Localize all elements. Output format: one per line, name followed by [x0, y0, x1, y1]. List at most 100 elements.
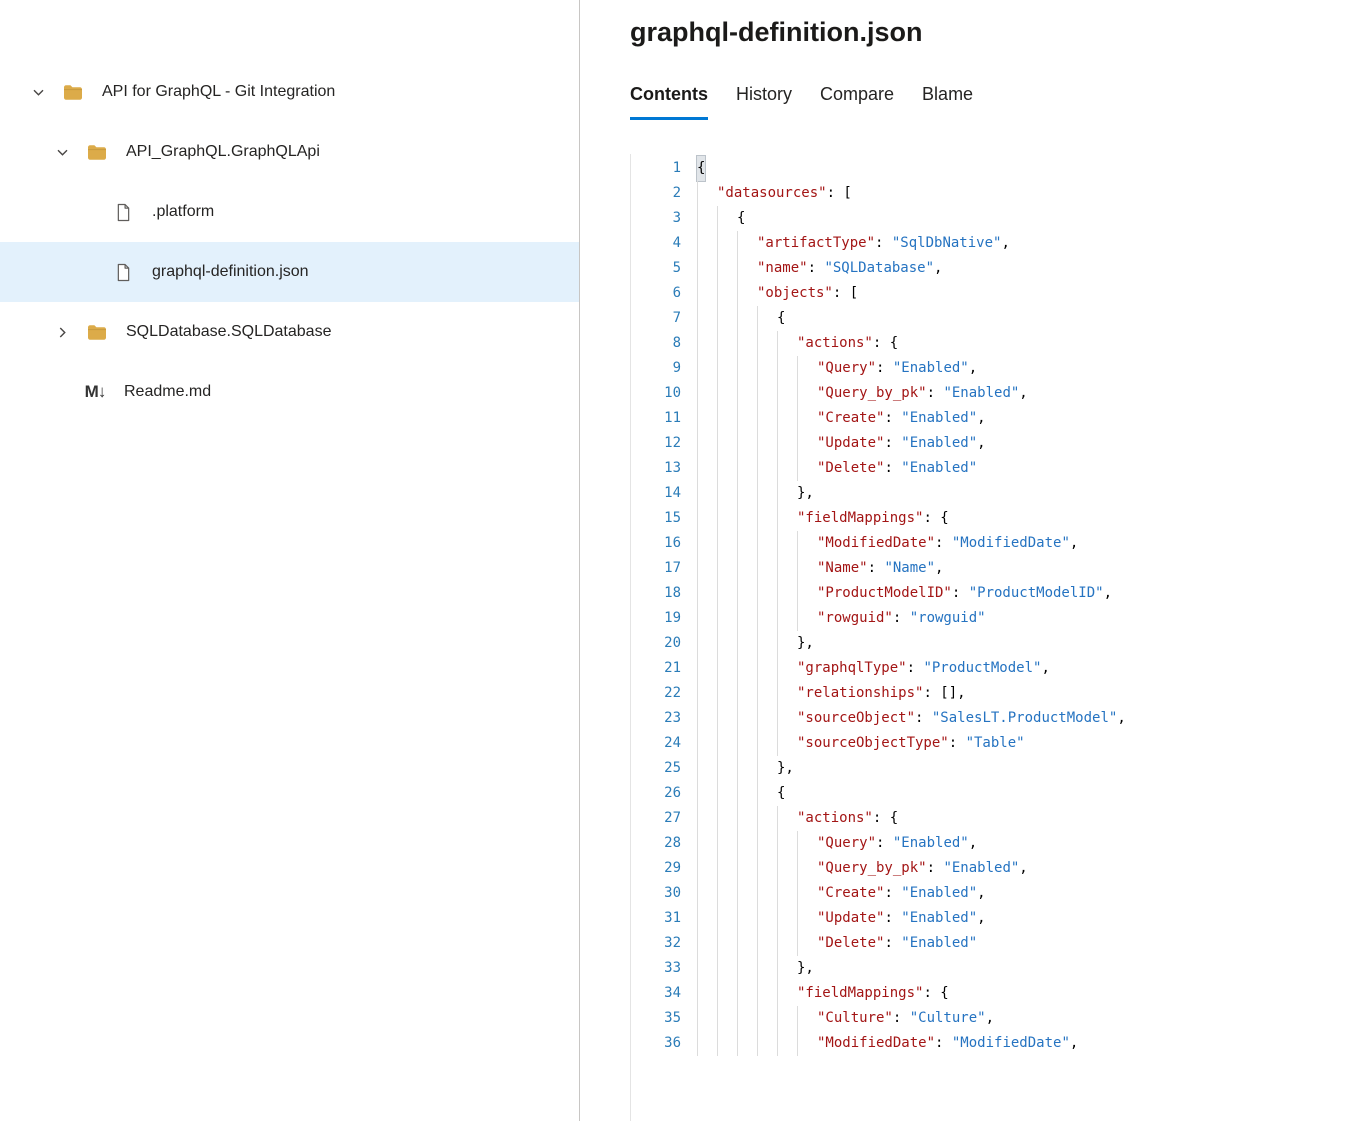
code-line: 11"Create": "Enabled", — [631, 406, 1356, 431]
indent-guide — [797, 881, 817, 906]
line-number: 19 — [631, 606, 681, 631]
code-token: , — [1001, 231, 1009, 256]
indent-guide — [697, 281, 717, 306]
code-token: "ModifiedDate" — [952, 531, 1070, 556]
indent-guide — [797, 456, 817, 481]
tree-item-api-for-graphql-git-integration[interactable]: API for GraphQL - Git Integration — [0, 62, 579, 122]
indent-guide — [717, 656, 737, 681]
repo-file-browser: API for GraphQL - Git IntegrationAPI_Gra… — [0, 0, 1356, 1121]
code-token: "SqlDbNative" — [892, 231, 1002, 256]
indent-guide — [777, 806, 797, 831]
indent-guide — [737, 381, 757, 406]
line-number: 10 — [631, 381, 681, 406]
indent-guide — [737, 231, 757, 256]
indent-guide — [737, 931, 757, 956]
code-token: "fieldMappings" — [797, 506, 923, 531]
line-number: 29 — [631, 856, 681, 881]
indent-guide — [737, 956, 757, 981]
code-token: , — [986, 1006, 994, 1031]
line-number: 5 — [631, 256, 681, 281]
code-token: "Enabled" — [901, 406, 977, 431]
chevron-down-icon[interactable] — [52, 142, 72, 162]
folder-icon — [86, 141, 108, 163]
code-token: "Update" — [817, 906, 884, 931]
indent-guide — [757, 381, 777, 406]
code-line: 8"actions": { — [631, 331, 1356, 356]
indent-guide — [777, 1031, 797, 1056]
code-token: , — [934, 256, 942, 281]
code-token: "relationships" — [797, 681, 923, 706]
indent-guide — [777, 956, 797, 981]
code-line-content: "ModifiedDate": "ModifiedDate", — [697, 1031, 1078, 1056]
code-line: 3{ — [631, 206, 1356, 231]
indent-guide — [757, 631, 777, 656]
code-token: : — [884, 931, 901, 956]
tree-item-graphql-definition-json[interactable]: graphql-definition.json — [0, 242, 579, 302]
indent-guide — [757, 581, 777, 606]
indent-guide — [717, 281, 737, 306]
indent-guide — [737, 606, 757, 631]
code-lines: 1{2"datasources": [3{4"artifactType": "S… — [631, 156, 1356, 1056]
indent-guide — [697, 1031, 717, 1056]
code-line: 7{ — [631, 306, 1356, 331]
indent-guide — [717, 381, 737, 406]
code-token: , — [977, 906, 985, 931]
indent-guide — [757, 706, 777, 731]
indent-guide — [697, 356, 717, 381]
indent-guide — [717, 531, 737, 556]
code-line-content: "artifactType": "SqlDbNative", — [697, 231, 1010, 256]
code-line: 26{ — [631, 781, 1356, 806]
code-editor[interactable]: 1{2"datasources": [3{4"artifactType": "S… — [630, 154, 1356, 1121]
code-token: "actions" — [797, 331, 873, 356]
line-number: 20 — [631, 631, 681, 656]
indent-guide — [697, 431, 717, 456]
indent-guide — [777, 931, 797, 956]
code-line-content: "actions": { — [697, 806, 898, 831]
chevron-down-icon[interactable] — [28, 82, 48, 102]
tab-contents[interactable]: Contents — [630, 84, 708, 120]
code-token: "SQLDatabase" — [824, 256, 934, 281]
code-line: 2"datasources": [ — [631, 181, 1356, 206]
code-line: 17"Name": "Name", — [631, 556, 1356, 581]
code-line-content: "Query": "Enabled", — [697, 831, 977, 856]
tree-item-api-graphql-graphqlapi[interactable]: API_GraphQL.GraphQLApi — [0, 122, 579, 182]
tab-compare[interactable]: Compare — [820, 84, 894, 120]
indent-guide — [757, 756, 777, 781]
indent-guide — [797, 906, 817, 931]
code-token: "Culture" — [910, 1006, 986, 1031]
indent-guide — [717, 556, 737, 581]
indent-guide — [777, 981, 797, 1006]
tab-blame[interactable]: Blame — [922, 84, 973, 120]
tree-item-readme-md[interactable]: M↓Readme.md — [0, 362, 579, 422]
code-token: "Enabled" — [901, 456, 977, 481]
indent-guide — [797, 931, 817, 956]
code-line: 4"artifactType": "SqlDbNative", — [631, 231, 1356, 256]
line-number: 8 — [631, 331, 681, 356]
chevron-right-icon[interactable] — [52, 322, 72, 342]
tree-item-platform[interactable]: .platform — [0, 182, 579, 242]
tab-history[interactable]: History — [736, 84, 792, 120]
indent-guide — [697, 181, 717, 206]
indent-guide — [717, 356, 737, 381]
indent-guide — [737, 1006, 757, 1031]
code-token: : — [876, 831, 893, 856]
indent-guide — [697, 481, 717, 506]
code-token: , — [969, 831, 977, 856]
code-token: : — [868, 556, 885, 581]
code-token: "Enabled" — [893, 831, 969, 856]
code-line-content: "Query": "Enabled", — [697, 356, 977, 381]
code-token: { — [737, 206, 745, 231]
code-line-content: }, — [697, 631, 814, 656]
indent-guide — [757, 831, 777, 856]
indent-guide — [777, 431, 797, 456]
code-line-content: }, — [697, 756, 794, 781]
indent-guide — [697, 706, 717, 731]
code-line-content: "sourceObjectType": "Table" — [697, 731, 1025, 756]
indent-guide — [737, 781, 757, 806]
indent-guide — [697, 256, 717, 281]
tree-item-label: graphql-definition.json — [152, 263, 309, 281]
indent-guide — [717, 631, 737, 656]
code-token: : — [952, 581, 969, 606]
code-line-content: "ProductModelID": "ProductModelID", — [697, 581, 1112, 606]
tree-item-sqldatabase-sqldatabase[interactable]: SQLDatabase.SQLDatabase — [0, 302, 579, 362]
